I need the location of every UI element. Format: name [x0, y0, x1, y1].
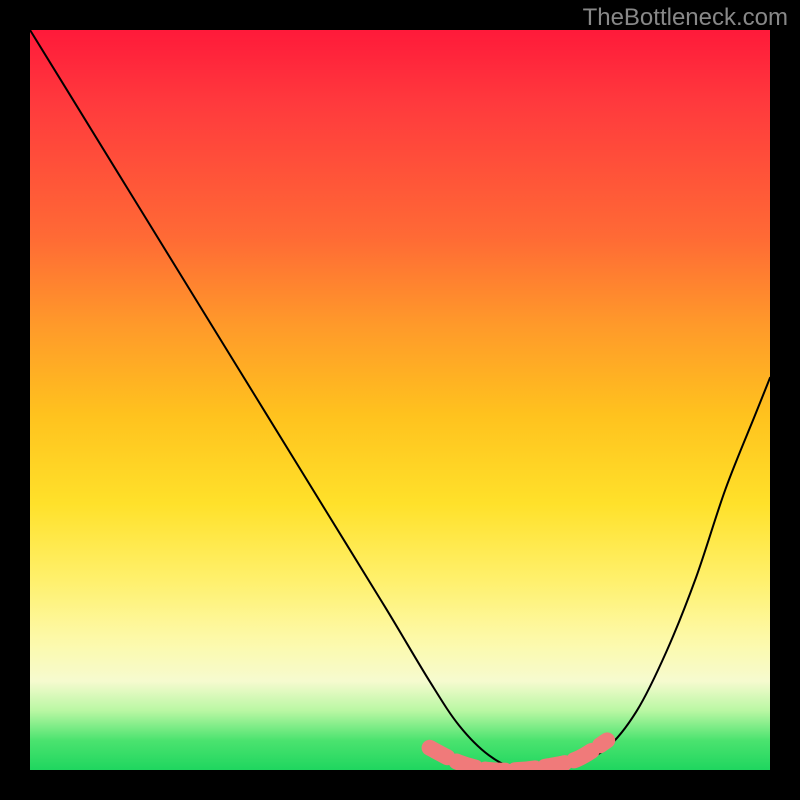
- watermark-text: TheBottleneck.com: [583, 4, 788, 32]
- plot-area: [30, 30, 770, 770]
- highlight-segment: [430, 740, 608, 770]
- chart-stage: TheBottleneck.com: [0, 0, 800, 800]
- bottleneck-curve: [30, 30, 770, 770]
- curve-layer: [30, 30, 770, 770]
